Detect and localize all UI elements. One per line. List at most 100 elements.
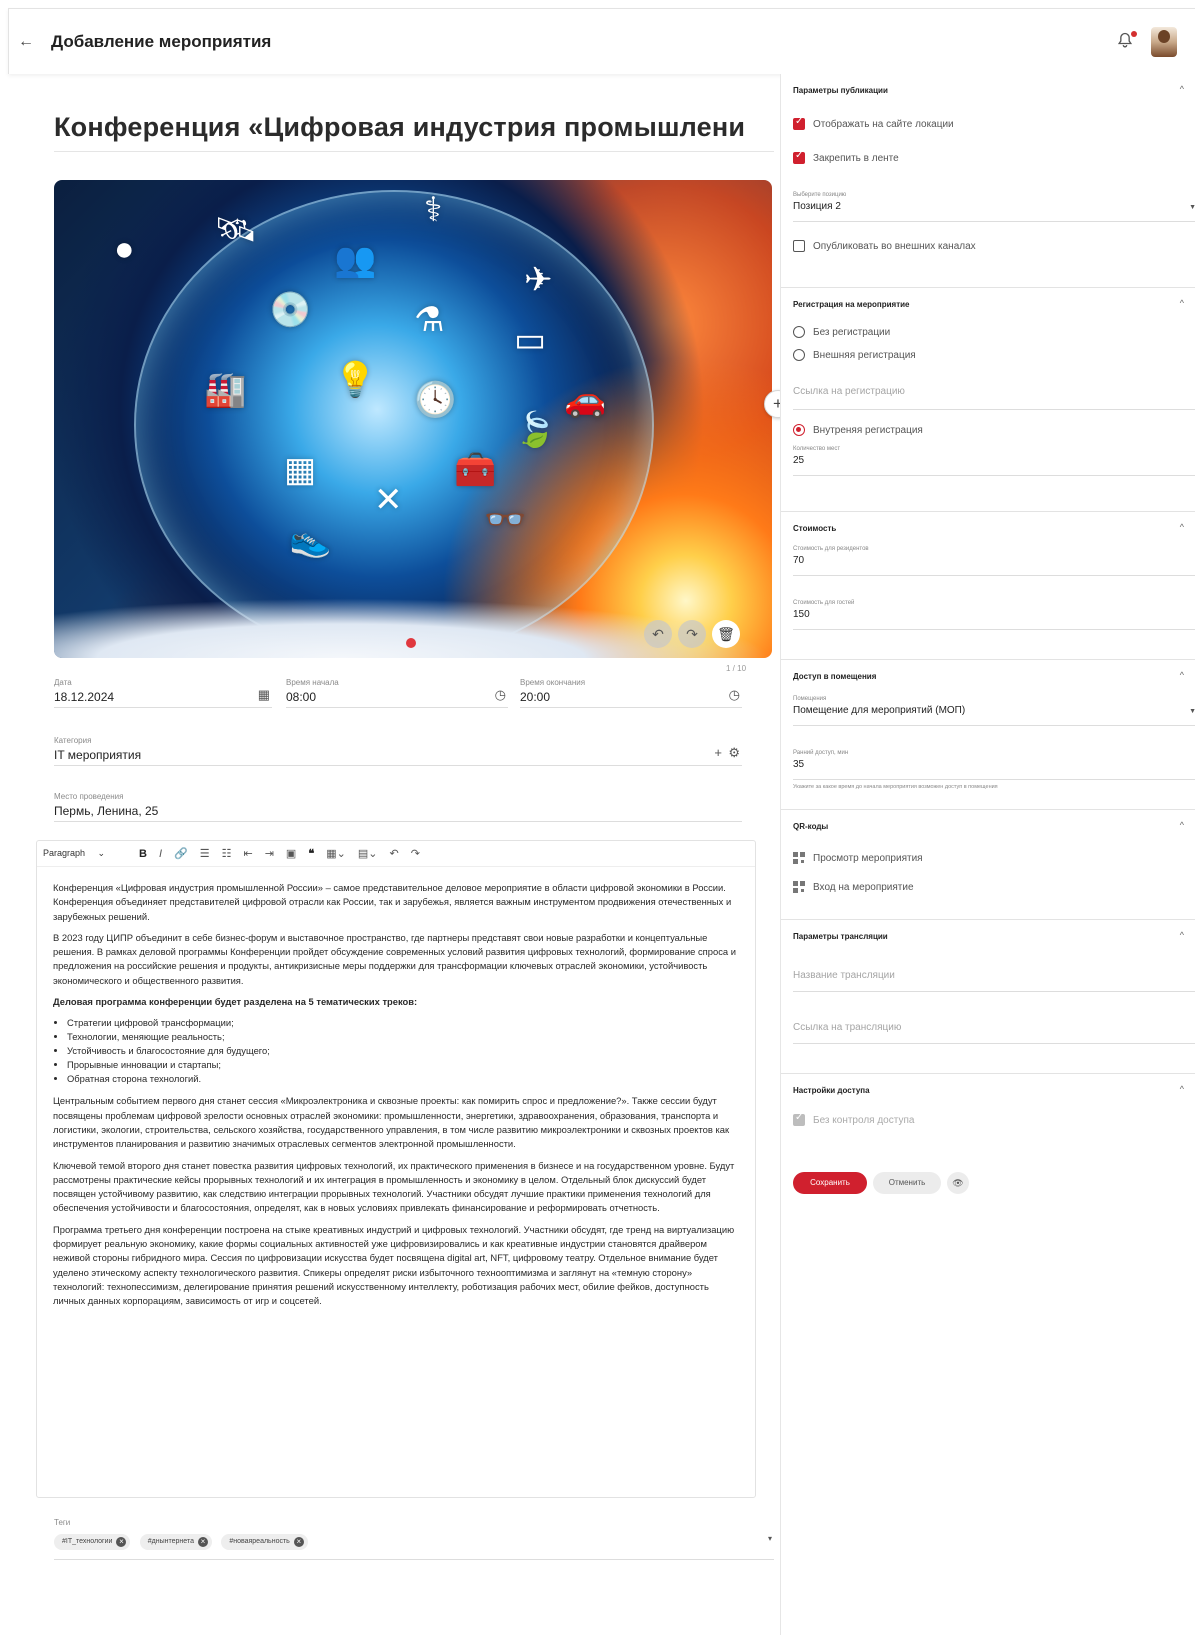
residents-cost-input[interactable]: Стоимость для резидентов 70 [793,546,1195,576]
place-label: Место проведения [54,792,124,801]
date-field[interactable]: Дата 18.12.2024 ▦ [54,678,272,708]
tag-chip-label: #днынтернета [147,1538,194,1545]
bullet-list-icon[interactable]: ☰ [200,847,210,860]
tag-chip[interactable]: #днынтернета × [139,1533,212,1550]
position-select[interactable]: Выберите позицию Позиция 2 ▼ [793,192,1195,222]
publication-section: Параметры публикации ^ Отображать на сай… [781,74,1195,288]
save-button[interactable]: Сохранить [793,1172,867,1194]
checkbox-checked-icon[interactable] [793,150,805,164]
chevron-up-icon[interactable]: ^ [1180,1084,1184,1094]
tags-label: Теги [54,1518,71,1527]
no-access-control-checkbox[interactable]: Без контроля доступа [793,1112,914,1126]
no-registration-radio[interactable]: Без регистрации [793,326,890,338]
end-time-field[interactable]: Время окончания 20:00 ◷ [520,678,742,708]
rich-text-editor[interactable]: Paragraph ⌄ B I 🔗 ☰ ☷ ⇤ ⇥ ▣ ❝ ▦⌄ ▤⌄ ↶ ↷ … [36,840,756,1498]
remove-tag-icon[interactable]: × [293,1536,304,1547]
checkbox-checked-icon[interactable] [793,116,805,130]
qr-view-label: Просмотр мероприятия [813,852,923,864]
remove-tag-icon[interactable]: × [116,1536,127,1547]
notifications-bell-icon[interactable] [1115,31,1137,53]
radio-icon[interactable] [793,349,805,361]
event-title-input[interactable]: Конференция «Цифровая индустрия промышле… [54,112,774,152]
carousel-indicator[interactable] [406,638,416,648]
chevron-up-icon[interactable]: ^ [1180,298,1184,308]
indent-icon[interactable]: ⇥ [265,847,274,860]
link-icon[interactable]: 🔗 [174,847,188,860]
chevron-down-icon[interactable]: ▾ [768,1534,772,1543]
room-access-title: Доступ в помещения [793,672,877,681]
stream-link-input[interactable]: Ссылка на трансляцию [793,1018,1195,1044]
qr-entry-label: Вход на мероприятие [813,881,914,893]
avatar[interactable] [1151,27,1177,57]
tags-field[interactable]: Теги #IT_технологии × #днынтернета × #нова… [54,1518,774,1560]
event-image-carousel[interactable]: 🛰 👥 ⚕ ✈ 💿 ⚗ ▭ 🏭 💡 🕓 🚗 ▦ 🧰 🍃 ✕ 👟 👓 ● ↶ ↷ … [54,180,772,658]
paragraph-select[interactable]: Paragraph ⌄ [43,848,127,859]
category-field[interactable]: Категория IT мероприятия + ⚙ [54,736,742,766]
clock-icon[interactable]: ◷ [495,687,506,703]
publish-external-label: Опубликовать во внешних каналах [813,240,976,252]
room-select[interactable]: Помещения Помещение для мероприятий (МОП… [793,696,1195,726]
chevron-up-icon[interactable]: ^ [1180,930,1184,940]
pin-in-feed-checkbox[interactable]: Закрепить в ленте [793,150,899,164]
add-category-icon[interactable]: + [714,745,722,760]
chevron-up-icon[interactable]: ^ [1180,820,1184,830]
glasses-icon: 👓 [484,501,527,539]
start-time-field[interactable]: Время начала 08:00 ◷ [286,678,508,708]
residents-cost-value: 70 [793,555,805,566]
dropdown-arrow-icon[interactable]: ▼ [1189,204,1195,211]
undo-icon[interactable]: ↶ [644,620,672,648]
stream-name-input[interactable]: Название трансляции [793,966,1195,992]
chevron-up-icon[interactable]: ^ [1180,84,1184,94]
redo-icon[interactable]: ↷ [411,847,420,860]
registration-section: Регистрация на мероприятие ^ Без регистр… [781,288,1195,512]
registration-link-placeholder: Ссылка на регистрацию [793,386,905,397]
stream-section: Параметры трансляции ^ Название трансляц… [781,920,1195,1074]
guests-cost-value: 150 [793,609,810,620]
registration-link-input[interactable]: Ссылка на регистрацию [793,382,1195,410]
outdent-icon[interactable]: ⇤ [243,847,252,860]
back-arrow-icon[interactable]: ← [9,33,43,51]
internal-registration-radio[interactable]: Внутреняя регистрация [793,424,923,436]
cancel-button[interactable]: Отменить [873,1172,941,1194]
publish-external-checkbox[interactable]: Опубликовать во внешних каналах [793,240,976,252]
tag-chip[interactable]: #IT_технологии × [54,1533,131,1550]
radio-icon[interactable] [793,326,805,338]
clock-icon[interactable]: ◷ [729,687,740,703]
chevron-up-icon[interactable]: ^ [1180,670,1184,680]
paragraph: Программа третьего дня конференции постр… [53,1223,735,1307]
remove-tag-icon[interactable]: × [197,1536,208,1547]
registration-title: Регистрация на мероприятие [793,300,910,309]
gear-icon[interactable]: ⚙ [728,745,740,761]
seats-input[interactable]: Количество мест 25 [793,446,1195,476]
checkbox-icon[interactable] [793,240,805,252]
tag-chip[interactable]: #новаяреальность × [221,1533,308,1550]
place-value: Пермь, Ленина, 25 [54,804,159,818]
image-icon[interactable]: ▣ [286,847,296,860]
show-on-site-checkbox[interactable]: Отображать на сайте локации [793,116,954,130]
dropdown-arrow-icon[interactable]: ▼ [1189,708,1195,715]
numbered-list-icon[interactable]: ☷ [222,847,232,860]
chevron-up-icon[interactable]: ^ [1180,522,1184,532]
table-icon[interactable]: ▦⌄ [326,847,346,860]
quote-icon[interactable]: ❝ [308,847,314,860]
place-field[interactable]: Место проведения Пермь, Ленина, 25 [54,792,742,822]
undo-icon[interactable]: ↶ [389,847,398,860]
media-icon[interactable]: ▤⌄ [358,847,378,860]
radio-selected-icon[interactable] [793,424,805,436]
delete-image-icon[interactable]: 🗑 [712,620,740,648]
external-registration-radio[interactable]: Внешняя регистрация [793,349,916,361]
residents-cost-label: Стоимость для резидентов [793,546,869,552]
early-access-input[interactable]: Ранний доступ, мин 35 [793,750,1195,780]
stream-link-placeholder: Ссылка на трансляцию [793,1022,902,1033]
italic-icon[interactable]: I [159,848,162,860]
redo-icon[interactable]: ↷ [678,620,706,648]
preview-eye-icon[interactable]: 👁 [947,1172,969,1194]
bold-icon[interactable]: B [139,848,147,860]
guests-cost-input[interactable]: Стоимость для гостей 150 [793,600,1195,630]
early-access-value: 35 [793,759,805,770]
qr-entry-event[interactable]: Вход на мероприятие [793,881,914,893]
qr-view-event[interactable]: Просмотр мероприятия [793,852,923,864]
disc-icon: 💿 [269,291,312,329]
editor-content[interactable]: Конференция «Цифровая индустрия промышле… [37,867,755,1309]
calendar-icon[interactable]: ▦ [258,687,270,703]
